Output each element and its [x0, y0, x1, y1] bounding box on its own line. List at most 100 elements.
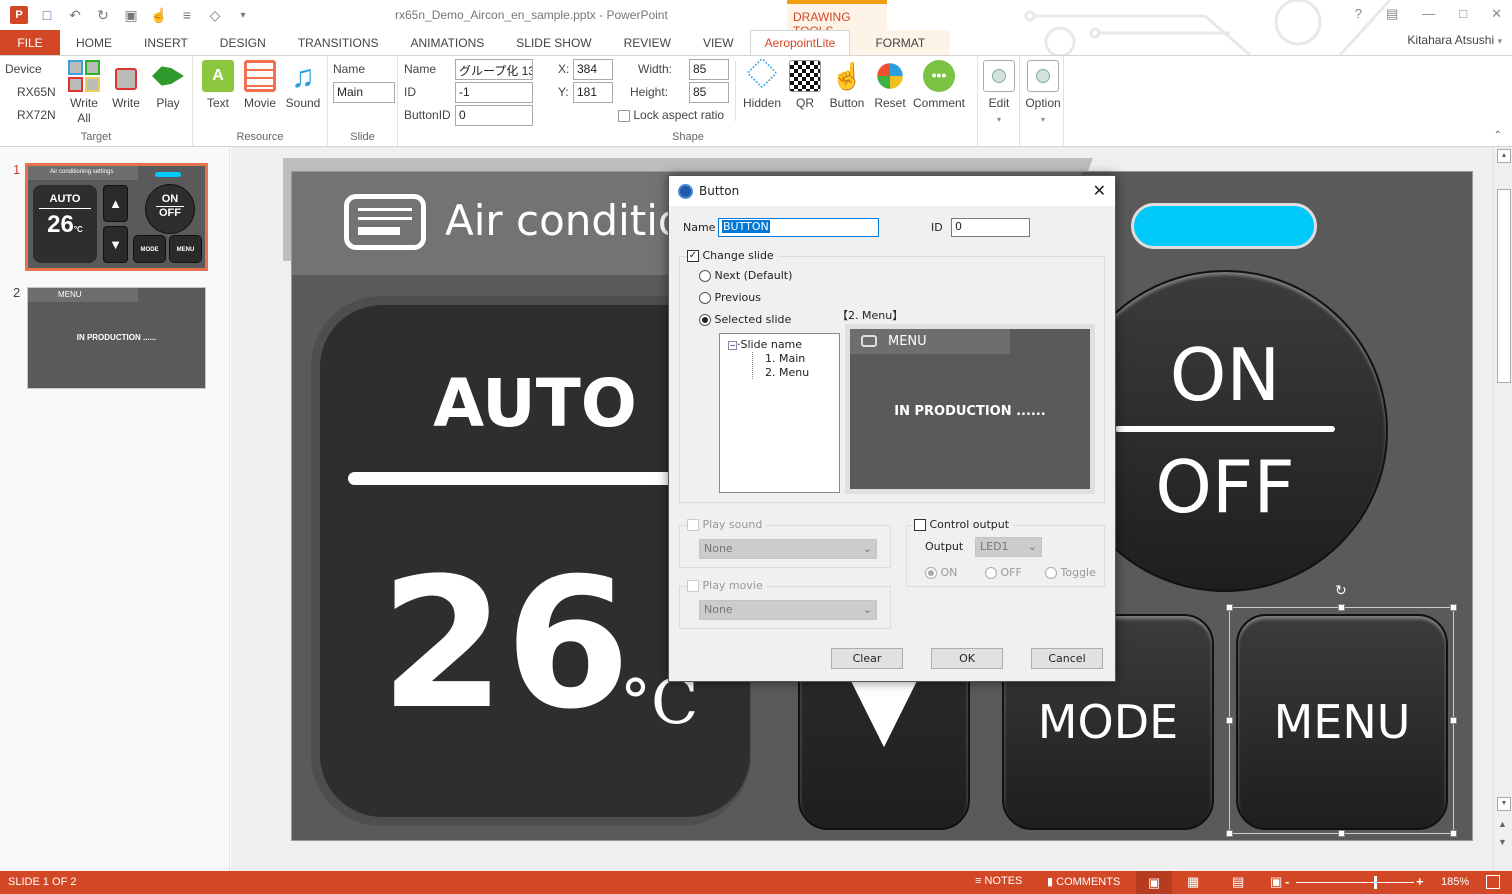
play-sound-checkbox[interactable]: Play sound	[687, 518, 767, 531]
resize-handle[interactable]	[1226, 830, 1233, 837]
tab-transitions[interactable]: TRANSITIONS	[282, 30, 395, 55]
tab-slide-show[interactable]: SLIDE SHOW	[500, 30, 607, 55]
save-icon[interactable]: □	[38, 6, 56, 24]
minimize-icon[interactable]: —	[1422, 6, 1435, 22]
resize-handle[interactable]	[1450, 604, 1457, 611]
edit-button[interactable]: Edit ▾	[983, 60, 1015, 127]
present-icon[interactable]: ▣	[122, 6, 140, 24]
resize-handle[interactable]	[1226, 604, 1233, 611]
comment-button[interactable]: ••• Comment	[910, 60, 968, 111]
align-icon[interactable]: ≡	[178, 6, 196, 24]
tab-file[interactable]: FILE	[0, 30, 60, 55]
tab-view[interactable]: VIEW	[687, 30, 750, 55]
radio-output-off[interactable]: OFF	[985, 566, 1022, 579]
option-button[interactable]: Option ▾	[1024, 60, 1062, 127]
clear-button[interactable]: Clear	[831, 648, 903, 669]
lock-aspect-ratio-checkbox[interactable]: Lock aspect ratio	[618, 108, 724, 122]
next-slide-icon[interactable]: ▼	[1498, 837, 1507, 847]
tab-home[interactable]: HOME	[60, 30, 128, 55]
height-input[interactable]: 85	[689, 82, 729, 103]
close-icon[interactable]: ✕	[1093, 181, 1106, 200]
write-all-button[interactable]: Write All	[65, 60, 103, 126]
ribbon-display-icon[interactable]: ▤	[1386, 6, 1398, 22]
device-rx72n[interactable]: RX72N	[17, 108, 56, 122]
slideshow-icon[interactable]: ▣	[1270, 874, 1282, 890]
width-input[interactable]: 85	[689, 59, 729, 80]
output-select[interactable]: LED1 ⌄	[975, 537, 1042, 557]
tree-item-menu[interactable]: 2. Menu	[752, 366, 809, 379]
sound-button[interactable]: ♫ Sound	[283, 60, 323, 111]
touch-icon[interactable]: ☝	[150, 6, 168, 24]
shape-icon[interactable]: ◇	[206, 6, 224, 24]
resize-handle[interactable]	[1338, 830, 1345, 837]
slide-sorter-icon[interactable]: ▦	[1187, 874, 1199, 890]
tab-insert[interactable]: INSERT	[128, 30, 204, 55]
hidden-button[interactable]: Hidden	[740, 57, 784, 111]
cancel-button[interactable]: Cancel	[1031, 648, 1103, 669]
control-output-checkbox[interactable]: Control output	[914, 518, 1014, 531]
radio-output-toggle[interactable]: Toggle	[1045, 566, 1096, 579]
scroll-down-icon[interactable]: ▼	[1497, 797, 1511, 811]
tab-aeropointlite[interactable]: AeropointLite	[749, 30, 851, 55]
customize-icon[interactable]: ▾	[234, 6, 252, 24]
collapse-ribbon-icon[interactable]: ⌃	[1494, 130, 1502, 141]
zoom-slider-thumb[interactable]	[1374, 876, 1377, 889]
write-button[interactable]: Write	[108, 60, 144, 111]
buttonid-input[interactable]: 0	[455, 105, 533, 126]
zoom-level[interactable]: 185%	[1441, 876, 1469, 888]
redo-icon[interactable]: ↻	[94, 6, 112, 24]
radio-output-on[interactable]: ON	[925, 566, 957, 579]
tree-root[interactable]: −·Slide name	[728, 338, 802, 351]
status-indicator-led[interactable]	[1131, 203, 1317, 249]
comments-button[interactable]: ▮ COMMENTS	[1047, 875, 1120, 888]
zoom-slider[interactable]	[1296, 876, 1414, 889]
slide-thumbnail-1[interactable]: Air conditioning settings AUTO 26°C ▲ ▼ …	[25, 163, 208, 271]
previous-slide-icon[interactable]: ▲	[1498, 819, 1507, 829]
fit-to-window-icon[interactable]	[1486, 875, 1500, 889]
tab-review[interactable]: REVIEW	[608, 30, 687, 55]
notes-button[interactable]: ≡ NOTES	[975, 875, 1022, 887]
reading-view-icon[interactable]: ▤	[1232, 874, 1244, 890]
radio-selected-slide[interactable]: Selected slide	[699, 313, 791, 326]
radio-next-default[interactable]: Next (Default)	[699, 269, 792, 282]
play-button[interactable]: Play	[150, 60, 186, 111]
close-icon[interactable]: ✕	[1491, 6, 1502, 22]
tab-design[interactable]: DESIGN	[204, 30, 282, 55]
qr-button[interactable]: QR	[788, 60, 822, 111]
movie-button[interactable]: Movie	[241, 60, 279, 111]
x-input[interactable]: 384	[573, 59, 613, 80]
tree-item-main[interactable]: 1. Main	[752, 352, 805, 365]
tab-animations[interactable]: ANIMATIONS	[394, 30, 500, 55]
shape-name-input[interactable]: グループ化 13	[455, 59, 533, 80]
resize-handle[interactable]	[1338, 604, 1345, 611]
undo-icon[interactable]: ↶	[66, 6, 84, 24]
ok-button[interactable]: OK	[931, 648, 1003, 669]
powerpoint-logo-icon[interactable]: P	[10, 6, 28, 24]
change-slide-checkbox[interactable]: ✓ Change slide	[687, 249, 778, 262]
slide-tree[interactable]: −·Slide name 1. Main 2. Menu	[719, 333, 840, 493]
tab-format[interactable]: FORMAT	[850, 30, 951, 55]
resize-handle[interactable]	[1450, 830, 1457, 837]
name-input[interactable]: BUTTON	[718, 218, 879, 237]
id-input[interactable]: 0	[951, 218, 1030, 237]
scroll-thumb[interactable]	[1497, 189, 1511, 383]
button-button[interactable]: ☝ Button	[826, 60, 868, 111]
y-input[interactable]: 181	[573, 82, 613, 103]
collapse-icon[interactable]: −	[728, 341, 737, 350]
rotate-handle-icon[interactable]: ↻	[1335, 582, 1347, 599]
normal-view-icon[interactable]: ▣	[1136, 871, 1172, 894]
resize-handle[interactable]	[1226, 717, 1233, 724]
maximize-icon[interactable]: □	[1459, 6, 1467, 22]
scroll-up-icon[interactable]: ▲	[1497, 149, 1511, 163]
zoom-in-button[interactable]: +	[1416, 874, 1424, 889]
vertical-scrollbar[interactable]: ▲ ▼ ▲ ▼	[1493, 147, 1512, 871]
radio-previous[interactable]: Previous	[699, 291, 761, 304]
text-button[interactable]: A Text	[201, 60, 235, 111]
play-sound-select[interactable]: None ⌄	[699, 539, 877, 559]
slide-name-input[interactable]: Main	[333, 82, 395, 103]
zoom-out-button[interactable]: -	[1285, 874, 1289, 889]
resize-handle[interactable]	[1450, 717, 1457, 724]
help-icon[interactable]: ?	[1355, 6, 1362, 22]
device-rx65n[interactable]: RX65N	[17, 85, 56, 99]
shape-id-input[interactable]: -1	[455, 82, 533, 103]
